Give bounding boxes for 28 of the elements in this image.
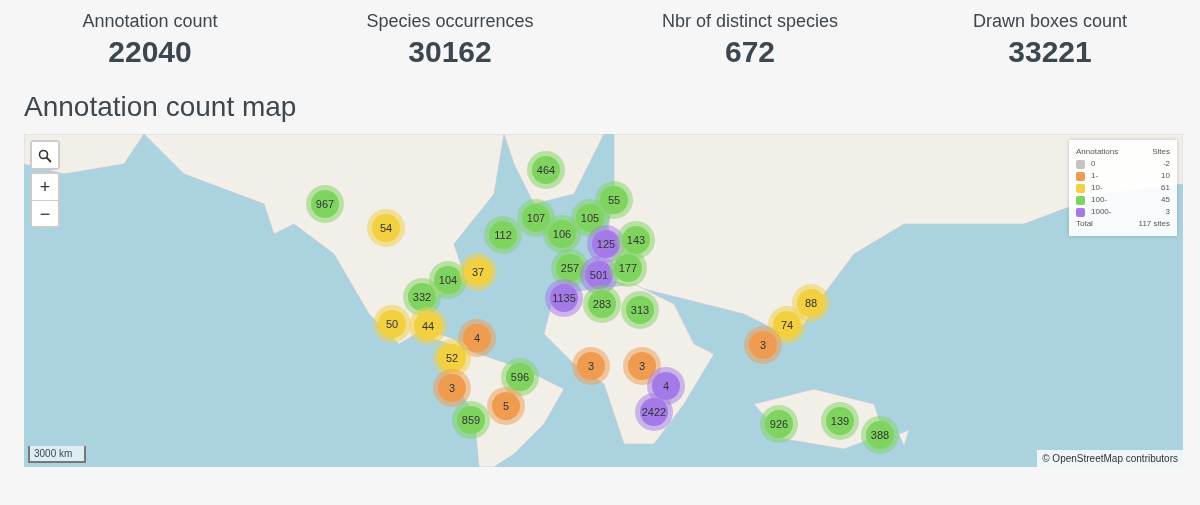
stat-value: 33221 xyxy=(1007,35,1093,68)
zoom-out-button[interactable]: − xyxy=(32,200,58,226)
stat-label: Species occurrences xyxy=(365,10,535,33)
legend-count: 45 xyxy=(1161,194,1170,206)
stat-label: Nbr of distinct species xyxy=(660,10,840,33)
legend-count: 3 xyxy=(1165,206,1170,218)
legend-label: Total xyxy=(1076,218,1093,230)
legend-label: 1000- xyxy=(1091,206,1113,218)
legend-count: -2 xyxy=(1162,158,1170,170)
scale-bar: 3000 km xyxy=(28,446,86,463)
legend-label: 10- xyxy=(1091,182,1104,194)
search-icon xyxy=(38,149,52,164)
attribution-text: © OpenStreetMap contributors xyxy=(1037,450,1183,467)
section-heading: Annotation count map xyxy=(24,90,298,124)
stat-label: Drawn boxes count xyxy=(971,10,1129,33)
stat-label: Annotation count xyxy=(81,10,219,33)
stat-value: 30162 xyxy=(407,35,493,68)
legend-count: 117 sites xyxy=(1138,218,1170,230)
legend-header: Sites xyxy=(1152,146,1170,158)
legend-header: Annotations xyxy=(1076,146,1119,158)
legend-label: 100- xyxy=(1091,194,1108,206)
legend-label: 0 xyxy=(1091,158,1097,170)
stat-value: 672 xyxy=(723,35,777,68)
legend-count: 61 xyxy=(1161,182,1170,194)
search-button[interactable] xyxy=(32,142,58,168)
stat-value: 22040 xyxy=(107,35,193,68)
legend-count: 10 xyxy=(1161,170,1170,182)
legend-label: 1- xyxy=(1091,170,1100,182)
